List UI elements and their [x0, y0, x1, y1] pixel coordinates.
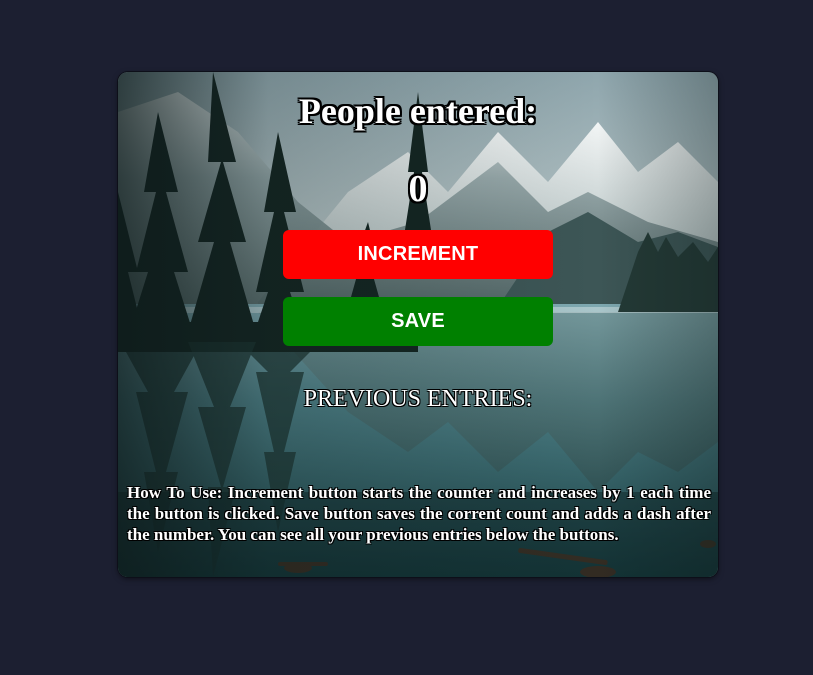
counter-card: People entered: 0 INCREMENT SAVE PREVIOU…	[118, 72, 718, 577]
counter-value: 0	[408, 168, 428, 210]
increment-button[interactable]: INCREMENT	[283, 230, 553, 279]
counter-content: People entered: 0 INCREMENT SAVE PREVIOU…	[118, 72, 718, 577]
how-to-use-text: How To Use: Increment button starts the …	[127, 483, 711, 544]
page-title: People entered:	[298, 91, 538, 131]
save-button[interactable]: SAVE	[283, 297, 553, 346]
previous-entries-label: PREVIOUS ENTRIES:	[303, 386, 533, 412]
